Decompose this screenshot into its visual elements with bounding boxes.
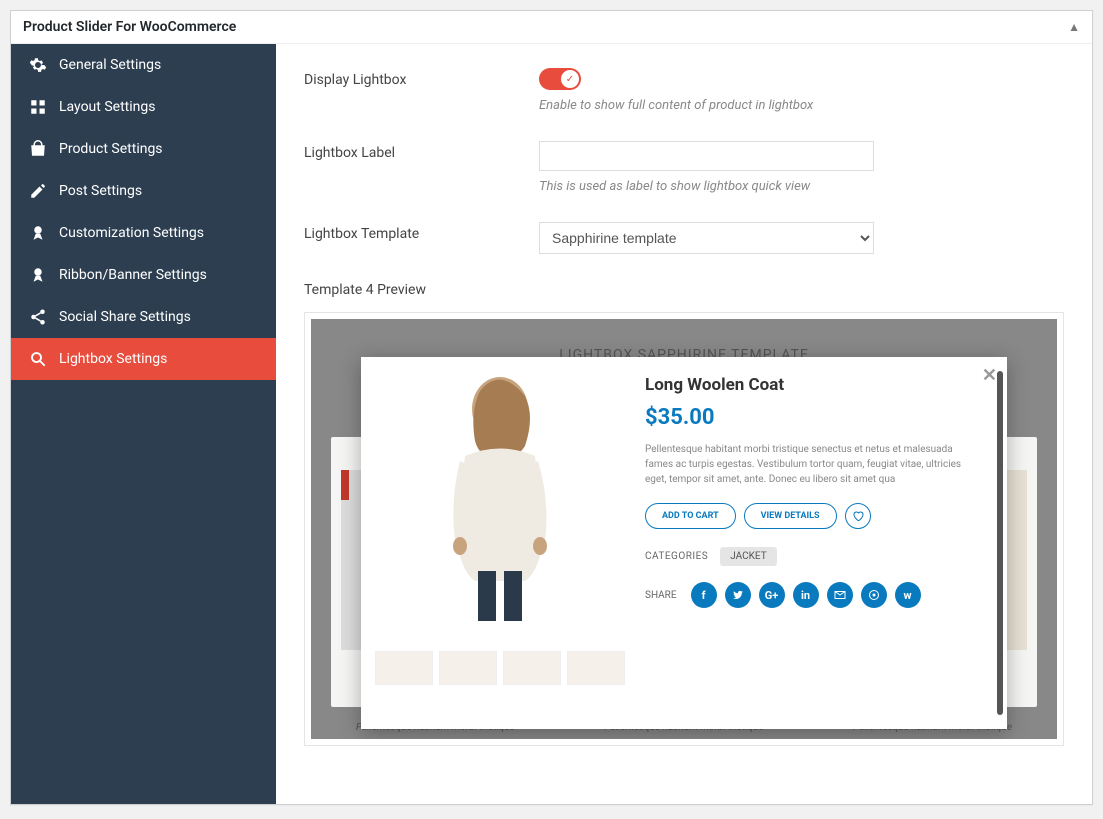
preview-backdrop: LIGHTBOX SAPPHIRINE TEMPLATE LONG Q JACK… [311,319,1057,739]
sidebar-item-social[interactable]: Social Share Settings [11,296,276,338]
sidebar-item-label: General Settings [59,57,161,73]
heart-icon [852,510,864,522]
settings-sidebar: General Settings Layout Settings Product… [11,44,276,804]
scrollbar[interactable] [997,371,1003,715]
categories-label: CATEGORIES [645,551,708,562]
add-to-cart-button[interactable]: ADD TO CART [645,503,736,529]
sidebar-item-post[interactable]: Post Settings [11,170,276,212]
sidebar-item-lightbox[interactable]: Lightbox Settings [11,338,276,380]
product-title: Long Woolen Coat [645,375,983,395]
ribbon-icon [29,266,47,284]
lightbox-label-input[interactable] [539,141,874,171]
share-icon [29,308,47,326]
product-price: $35.00 [645,405,983,430]
edit-icon [29,182,47,200]
wishlist-button[interactable] [845,503,871,529]
lightbox-details: Long Woolen Coat $35.00 Pellentesque hab… [645,371,993,715]
panel-title: Product Slider For WooCommerce [23,19,236,35]
sidebar-item-label: Social Share Settings [59,309,191,325]
settings-content: Display Lightbox Enable to show full con… [276,44,1092,804]
category-tag[interactable]: JACKET [720,547,776,566]
help-text: This is used as label to show lightbox q… [539,179,1064,194]
help-text: Enable to show full content of product i… [539,98,1064,113]
lightbox-modal: ✕ [361,357,1007,729]
thumbnail[interactable] [375,651,433,685]
lightbox-template-select[interactable]: Sapphirine template [539,222,874,254]
field-lightbox-label: Lightbox Label This is used as label to … [304,141,1064,194]
share-pinterest-icon[interactable] [861,582,887,608]
collapse-toggle-icon[interactable]: ▲ [1068,20,1080,34]
sidebar-item-label: Ribbon/Banner Settings [59,267,207,283]
share-google-icon[interactable]: G+ [759,582,785,608]
sidebar-item-label: Customization Settings [59,225,204,241]
share-facebook-icon[interactable]: f [691,582,717,608]
view-details-button[interactable]: VIEW DETAILS [744,503,837,529]
sidebar-item-label: Lightbox Settings [59,351,167,367]
preview-section-label: Template 4 Preview [304,282,1064,298]
sidebar-item-customization[interactable]: Customization Settings [11,212,276,254]
sidebar-item-ribbon[interactable]: Ribbon/Banner Settings [11,254,276,296]
field-display-lightbox: Display Lightbox Enable to show full con… [304,68,1064,113]
product-description: Pellentesque habitant morbi tristique se… [645,442,983,487]
layout-icon [29,98,47,116]
sidebar-item-general[interactable]: General Settings [11,44,276,86]
sidebar-item-product[interactable]: Product Settings [11,128,276,170]
search-icon [29,350,47,368]
bag-icon [29,140,47,158]
sidebar-item-label: Product Settings [59,141,163,157]
product-main-image [375,371,625,631]
share-vk-icon[interactable]: w [895,582,921,608]
sidebar-item-label: Layout Settings [59,99,155,115]
field-lightbox-template: Lightbox Template Sapphirine template [304,222,1064,254]
gear-icon [29,56,47,74]
share-linkedin-icon[interactable]: in [793,582,819,608]
share-twitter-icon[interactable] [725,582,751,608]
template-preview: LIGHTBOX SAPPHIRINE TEMPLATE LONG Q JACK… [304,312,1064,746]
lightbox-gallery [375,371,625,715]
display-lightbox-toggle[interactable] [539,68,581,90]
field-label: Lightbox Template [304,222,539,242]
sidebar-item-layout[interactable]: Layout Settings [11,86,276,128]
thumbnail[interactable] [439,651,497,685]
ribbon-icon [29,224,47,242]
settings-panel: Product Slider For WooCommerce ▲ General… [10,10,1093,805]
share-email-icon[interactable] [827,582,853,608]
thumbnail[interactable] [567,651,625,685]
thumbnail[interactable] [503,651,561,685]
field-label: Lightbox Label [304,141,539,161]
thumbnail-row [375,651,625,685]
sidebar-item-label: Post Settings [59,183,142,199]
field-label: Display Lightbox [304,68,539,88]
share-label: SHARE [645,590,677,601]
panel-header: Product Slider For WooCommerce ▲ [11,11,1092,44]
